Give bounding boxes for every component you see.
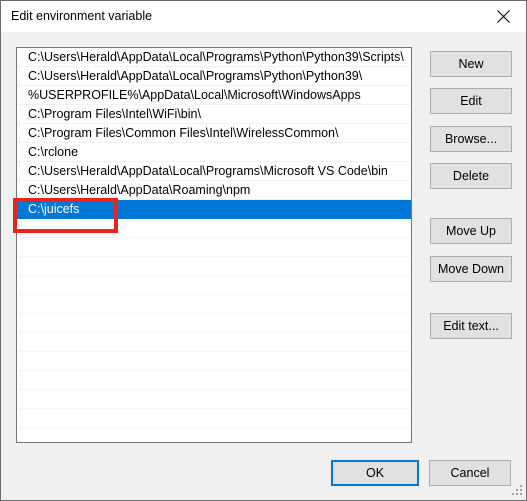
list-item[interactable]: C:\Program Files\Intel\WiFi\bin\ [17, 105, 411, 124]
list-item[interactable]: C:\juicefs [17, 200, 411, 219]
title-bar: Edit environment variable [1, 1, 526, 33]
cancel-button[interactable]: Cancel [429, 460, 511, 486]
list-item-empty[interactable] [17, 276, 411, 295]
list-item-empty[interactable] [17, 257, 411, 276]
path-list[interactable]: C:\Users\Herald\AppData\Local\Programs\P… [16, 47, 412, 443]
list-item[interactable]: %USERPROFILE%\AppData\Local\Microsoft\Wi… [17, 86, 411, 105]
list-item-empty[interactable] [17, 314, 411, 333]
edit-environment-variable-dialog: Edit environment variable C:\Users\Heral… [0, 0, 527, 501]
list-item[interactable]: C:\Users\Herald\AppData\Local\Programs\P… [17, 67, 411, 86]
window-title: Edit environment variable [11, 9, 153, 23]
list-item[interactable]: C:\Program Files\Common Files\Intel\Wire… [17, 124, 411, 143]
list-item-empty[interactable] [17, 390, 411, 409]
resize-grip-icon[interactable] [511, 485, 523, 497]
move-down-button[interactable]: Move Down [430, 256, 512, 282]
list-item-empty[interactable] [17, 219, 411, 238]
list-item[interactable]: C:\Users\Herald\AppData\Local\Programs\P… [17, 48, 411, 67]
ok-button[interactable]: OK [331, 460, 419, 486]
list-item[interactable]: C:\Users\Herald\AppData\Roaming\npm [17, 181, 411, 200]
edit-text-button[interactable]: Edit text... [430, 313, 512, 339]
move-up-button[interactable]: Move Up [430, 218, 512, 244]
list-item-empty[interactable] [17, 333, 411, 352]
list-item[interactable]: C:\Users\Herald\AppData\Local\Programs\M… [17, 162, 411, 181]
browse-button[interactable]: Browse... [430, 126, 512, 152]
close-icon[interactable] [481, 1, 526, 32]
list-item-empty[interactable] [17, 295, 411, 314]
new-button[interactable]: New [430, 51, 512, 77]
list-item-empty[interactable] [17, 371, 411, 390]
delete-button[interactable]: Delete [430, 163, 512, 189]
list-item-empty[interactable] [17, 352, 411, 371]
list-item-empty[interactable] [17, 238, 411, 257]
list-item-empty[interactable] [17, 409, 411, 428]
list-item[interactable]: C:\rclone [17, 143, 411, 162]
edit-button[interactable]: Edit [430, 88, 512, 114]
